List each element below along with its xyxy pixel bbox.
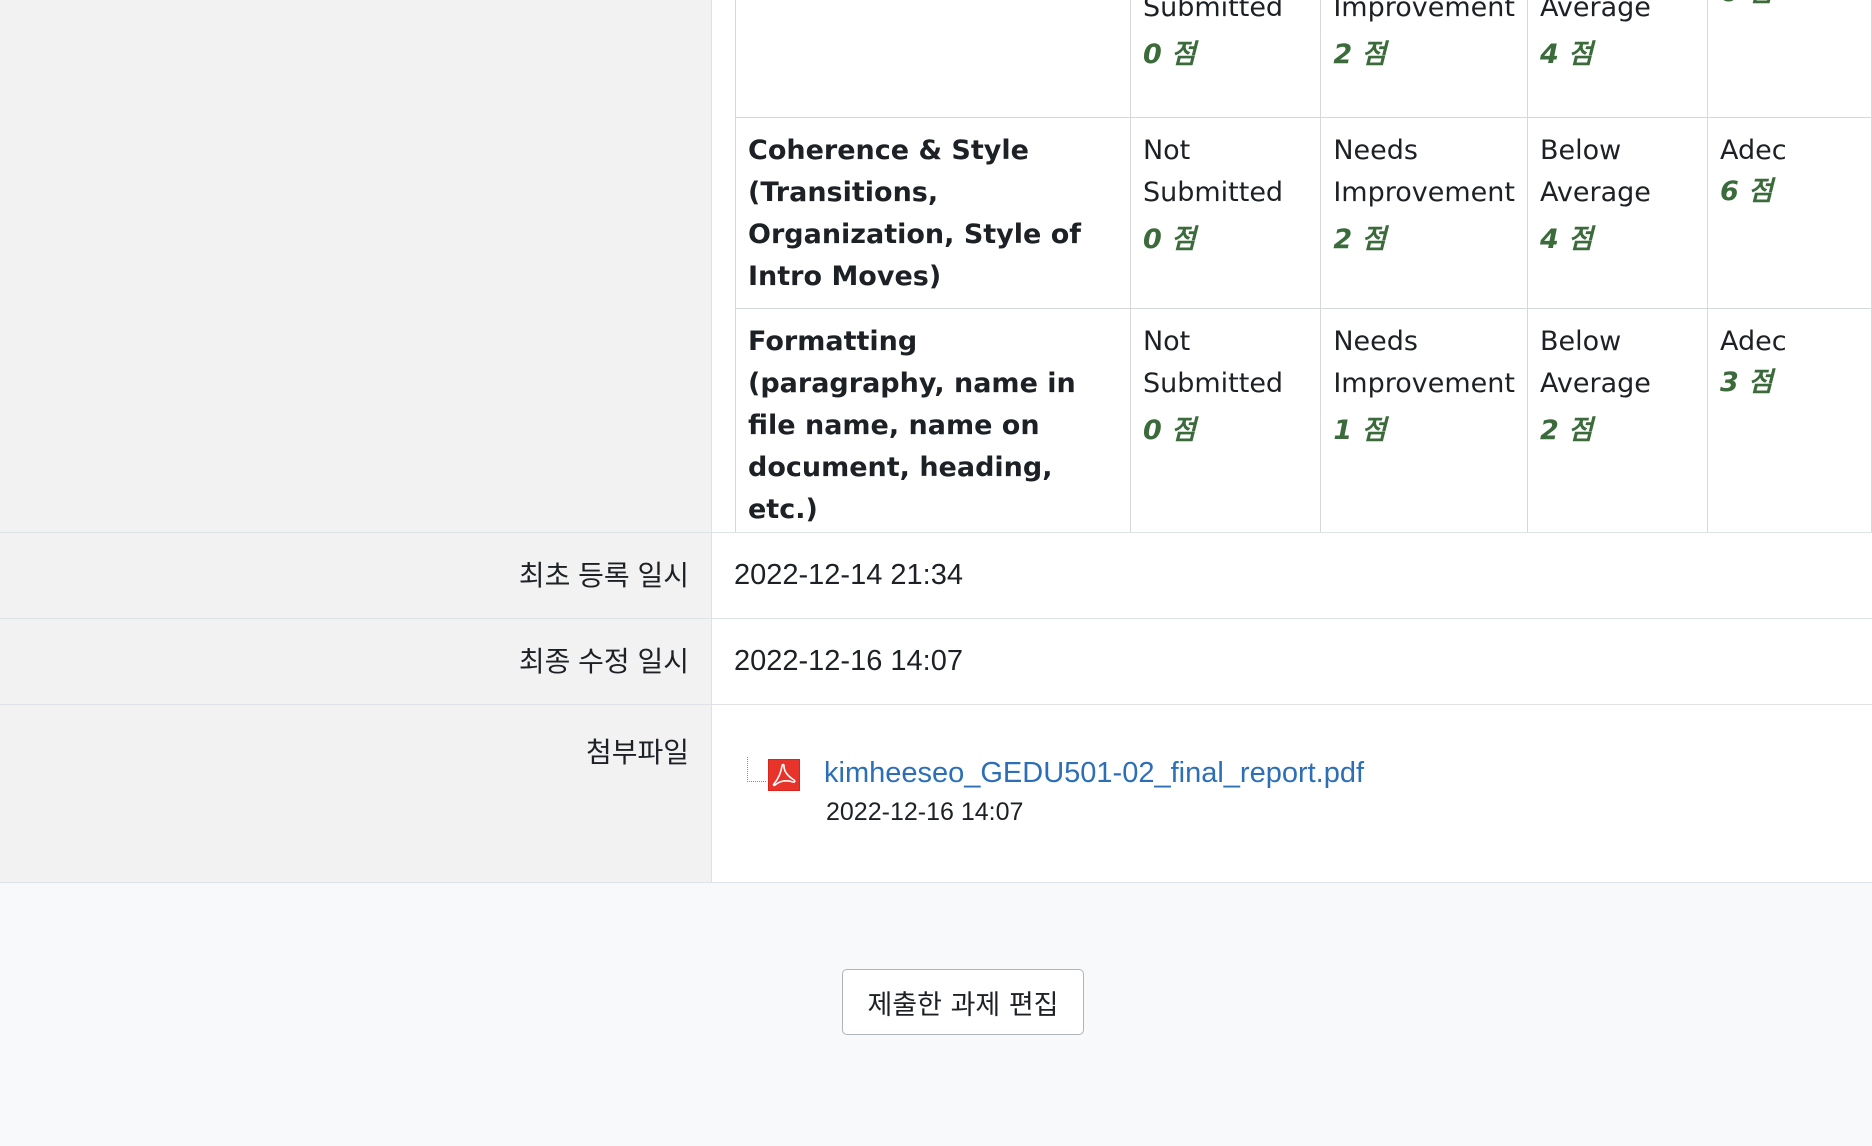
rubric-level[interactable]: Needs Improvement 2 점: [1320, 117, 1528, 309]
rubric-level-definition: Improvement: [1333, 0, 1515, 23]
rubric-level[interactable]: Below Average 2 점: [1526, 308, 1708, 532]
rubric-level-score: 6 점: [1720, 0, 1859, 13]
created-row: 최초 등록 일시 2022-12-14 21:34: [0, 533, 1872, 619]
rubric-level-score: 2 점: [1333, 39, 1387, 70]
rubric-criterion: [735, 0, 1131, 118]
edit-submission-button[interactable]: 제출한 과제 편집: [842, 969, 1084, 1035]
rubric-level-score: 2 점: [1539, 415, 1594, 446]
rubric-row-label: [0, 0, 712, 532]
attachments-label: 첨부파일: [0, 705, 712, 882]
rubric-row: Submitted 0 점 Improvement 2 점 Average 4 …: [0, 0, 1872, 533]
rubric-criterion: Formatting (paragraphy, name in file nam…: [735, 308, 1131, 532]
rubric-level-score: 2 점: [1333, 224, 1387, 255]
rubric-level[interactable]: Improvement 2 점: [1320, 0, 1528, 118]
rubric-level-definition: Submitted: [1142, 0, 1284, 23]
rubric-level[interactable]: Submitted 0 점: [1129, 0, 1322, 118]
rubric-level-definition: Average: [1539, 0, 1651, 23]
rubric-level-definition: Below Average: [1539, 135, 1651, 208]
rubric-level-score: 4 점: [1539, 224, 1594, 255]
rubric-level-score: 0 점: [1142, 224, 1196, 255]
rubric-level[interactable]: Below Average 4 점: [1526, 117, 1708, 309]
rubric-criterion-row: Formatting (paragraphy, name in file nam…: [735, 308, 1872, 532]
modified-row: 최종 수정 일시 2022-12-16 14:07: [0, 619, 1872, 705]
rubric-level[interactable]: Not Submitted 0 점: [1129, 117, 1322, 309]
rubric-level-score: 3 점: [1719, 367, 1774, 398]
created-label: 최초 등록 일시: [0, 533, 712, 618]
rubric-criterion: Coherence & Style (Transitions, Organiza…: [735, 117, 1131, 309]
rubric-level-score: 0 점: [1142, 39, 1196, 70]
rubric-level-score: 0 점: [1142, 415, 1196, 446]
rubric-criterion-row: Submitted 0 점 Improvement 2 점 Average 4 …: [735, 0, 1872, 118]
rubric-level-definition: Needs Improvement: [1333, 135, 1515, 208]
rubric-level-definition: Needs Improvement: [1333, 326, 1515, 399]
tree-connector: [747, 757, 766, 782]
submission-status-table: Submitted 0 점 Improvement 2 점 Average 4 …: [0, 0, 1872, 883]
rubric-level-definition: Adec: [1719, 326, 1787, 357]
attachments-row: 첨부파일 kimheeseo_GEDU501-02_final_report.p…: [0, 705, 1872, 883]
rubric-level-score: 6 점: [1719, 176, 1774, 207]
rubric-level-definition: Not Submitted: [1142, 135, 1284, 208]
rubric-level-definition: Not Submitted: [1142, 326, 1284, 399]
rubric-level[interactable]: 6 점: [1706, 0, 1872, 118]
attachment-file-date: 2022-12-16 14:07: [826, 798, 1024, 826]
rubric-container: Submitted 0 점 Improvement 2 점 Average 4 …: [712, 0, 1872, 532]
rubric-level[interactable]: Adec 6 점: [1706, 117, 1872, 309]
modified-value: 2022-12-16 14:07: [712, 619, 1872, 704]
rubric-level-definition: Adec: [1719, 135, 1787, 166]
pdf-file-icon: [768, 759, 800, 791]
created-value: 2022-12-14 21:34: [712, 533, 1872, 618]
rubric-level-definition: Below Average: [1539, 326, 1651, 399]
attachments-value: kimheeseo_GEDU501-02_final_report.pdf 20…: [712, 705, 1872, 882]
action-area: 제출한 과제 편집: [0, 884, 1872, 1146]
rubric-table: Submitted 0 점 Improvement 2 점 Average 4 …: [735, 0, 1872, 532]
attachment-file-link[interactable]: kimheeseo_GEDU501-02_final_report.pdf: [824, 753, 1364, 793]
submission-status-page: Submitted 0 점 Improvement 2 점 Average 4 …: [0, 0, 1872, 1146]
rubric-level[interactable]: Needs Improvement 1 점: [1320, 308, 1528, 532]
rubric-level[interactable]: Adec 3 점: [1706, 308, 1872, 532]
modified-label: 최종 수정 일시: [0, 619, 712, 704]
rubric-level-score: 1 점: [1333, 415, 1387, 446]
rubric-level-score: 4 점: [1539, 39, 1594, 70]
rubric-criterion-row: Coherence & Style (Transitions, Organiza…: [735, 117, 1872, 309]
rubric-level[interactable]: Average 4 점: [1526, 0, 1708, 118]
rubric-level[interactable]: Not Submitted 0 점: [1129, 308, 1322, 532]
